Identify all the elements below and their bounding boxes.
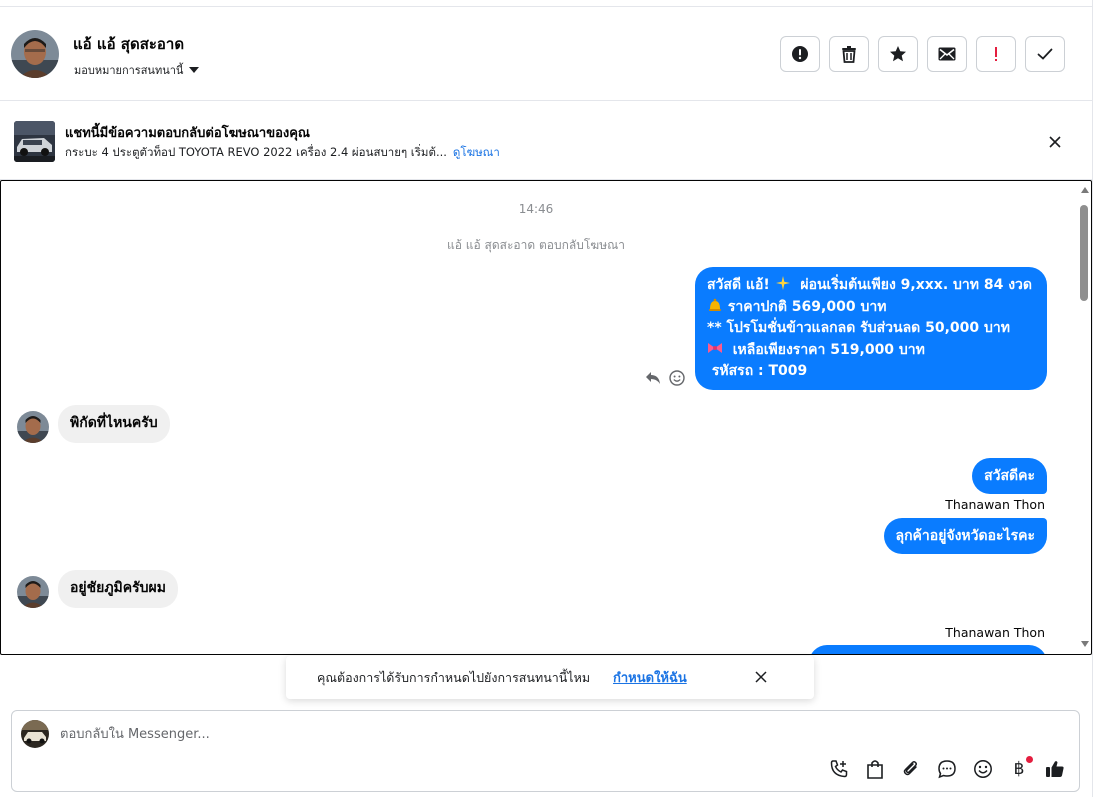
close-banner-button[interactable] xyxy=(1046,133,1064,151)
outgoing-message[interactable]: สวัสดีคะ xyxy=(972,458,1047,494)
assign-prompt-toast: คุณต้องการได้รับการกำหนดไปยังการสนทนานี้… xyxy=(286,656,814,699)
promo-line-2: ราคาปกติ 569,000 บาท xyxy=(707,297,1035,319)
contact-avatar[interactable] xyxy=(11,30,59,78)
paperclip-icon xyxy=(903,761,917,776)
outgoing-message-partial[interactable] xyxy=(809,645,1047,654)
outgoing-message-promo[interactable]: สวัสดี แอ้! ผ่อนเริ่มต้นเพียง 9,xxx. บาท… xyxy=(695,267,1047,390)
messenger-inbox-panel: แอ้ แอ้ สุดสะอาด มอบหมายการสนทนานี้ แชทน… xyxy=(0,0,1093,797)
outgoing-message[interactable]: ลุกค้าอยู่จังหวัดอะไรคะ xyxy=(883,518,1047,554)
delete-button[interactable] xyxy=(829,36,869,72)
mark-unread-button[interactable] xyxy=(927,36,967,72)
sparkles-emoji-icon xyxy=(775,276,790,290)
star-icon xyxy=(890,46,906,62)
contact-avatar-small xyxy=(17,576,49,608)
thread-timestamp: 14:46 xyxy=(518,202,554,216)
like-icon xyxy=(1046,761,1064,777)
ad-reply-note: แอ้ แอ้ สุดสะอาด ตอบกลับโฆษณา xyxy=(447,238,625,252)
alert-circle-icon xyxy=(792,46,808,62)
message-thread[interactable]: 14:46 แอ้ แอ้ สุดสะอาด ตอบกลับโฆษณา สวัส… xyxy=(0,180,1092,655)
notification-dot xyxy=(1026,756,1033,763)
dismiss-toast-button[interactable] xyxy=(752,668,770,686)
ad-description: กระบะ 4 ประตูตัวท็อป TOYOTA REVO 2022 เค… xyxy=(65,145,447,159)
message-hover-tools xyxy=(645,370,685,386)
like-button[interactable] xyxy=(1045,759,1065,779)
message-composer: ฿ xyxy=(11,710,1080,792)
ad-reply-banner: แชทนี้มีข้อความตอบกลับต่อโฆษณาของคุณ กระ… xyxy=(0,101,1092,180)
reply-input[interactable] xyxy=(60,723,960,745)
ad-banner-subtitle: กระบะ 4 ประตูตัวท็อป TOYOTA REVO 2022 เค… xyxy=(65,144,500,162)
shop-button[interactable] xyxy=(865,759,885,779)
bell-emoji-icon xyxy=(709,298,721,311)
scroll-up-arrow-icon[interactable] xyxy=(1081,187,1089,193)
call-add-icon xyxy=(830,760,848,778)
assign-prompt-text: คุณต้องการได้รับการกำหนดไปยังการสนทนานี้… xyxy=(317,670,591,685)
star-button[interactable] xyxy=(878,36,918,72)
react-emoji-icon[interactable] xyxy=(669,370,685,386)
payment-button[interactable]: ฿ xyxy=(1009,756,1033,779)
close-icon xyxy=(1049,136,1061,148)
follow-up-button[interactable] xyxy=(976,36,1016,72)
promo-line-3: ** โปรโมชั่นข้าวแลกลด รับส่วนลด 50,000 บ… xyxy=(707,320,1010,336)
assign-to-me-link[interactable]: กำหนดให้ฉัน xyxy=(613,667,687,688)
ribbon-emoji-icon xyxy=(708,342,722,353)
attach-button[interactable] xyxy=(901,759,921,779)
scroll-down-arrow-icon[interactable] xyxy=(1081,641,1089,647)
exclamation-icon xyxy=(995,47,997,61)
close-icon xyxy=(755,671,767,683)
view-ad-link[interactable]: ดูโฆษณา xyxy=(453,145,500,159)
incoming-message[interactable]: พิกัดที่ไหนครับ xyxy=(58,405,170,443)
ad-thumbnail xyxy=(14,121,55,162)
assign-label: มอบหมายการสนทนานี้ xyxy=(74,64,184,77)
header-actions xyxy=(780,36,1065,72)
thread-scrollbar[interactable] xyxy=(1078,185,1090,651)
conversation-header: แอ้ แอ้ สุดสะอาด มอบหมายการสนทนานี้ xyxy=(0,7,1092,101)
shopping-bag-icon xyxy=(867,760,883,779)
caret-down-icon xyxy=(189,67,200,73)
saved-replies-button[interactable] xyxy=(937,759,957,779)
contact-name: แอ้ แอ้ สุดสะอาด xyxy=(73,35,185,53)
promo-line-1: สวัสดี แอ้! ผ่อนเริ่มต้นเพียง 9,xxx. บาท… xyxy=(707,276,1033,293)
promo-line-4: เหลือเพียงราคา 519,000 บาท xyxy=(707,340,1035,362)
sender-name: Thanawan Thon xyxy=(945,625,1045,640)
assign-conversation-dropdown[interactable]: มอบหมายการสนทนานี้ xyxy=(74,61,200,79)
check-icon xyxy=(1037,48,1053,60)
emoji-button[interactable] xyxy=(973,759,993,779)
page-avatar xyxy=(21,720,49,748)
trash-icon xyxy=(842,46,856,63)
report-spam-button[interactable] xyxy=(780,36,820,72)
baht-payment-icon: ฿ xyxy=(1013,759,1025,779)
call-add-button[interactable] xyxy=(829,759,849,779)
incoming-message[interactable]: อยู่ชัยภูมิครับผม xyxy=(58,570,178,608)
sender-name: Thanawan Thon xyxy=(945,497,1045,512)
reply-icon[interactable] xyxy=(645,371,661,385)
contact-avatar-small xyxy=(17,411,49,443)
promo-line-5: รหัสรถ : T009 xyxy=(711,363,808,379)
envelope-icon xyxy=(938,47,956,61)
scroll-thumb[interactable] xyxy=(1080,205,1088,301)
ad-banner-title: แชทนี้มีข้อความตอบกลับต่อโฆษณาของคุณ xyxy=(65,126,310,141)
mark-done-button[interactable] xyxy=(1025,36,1065,72)
composer-tools: ฿ xyxy=(829,756,1065,779)
saved-reply-icon xyxy=(938,760,956,779)
emoji-icon xyxy=(974,760,992,778)
